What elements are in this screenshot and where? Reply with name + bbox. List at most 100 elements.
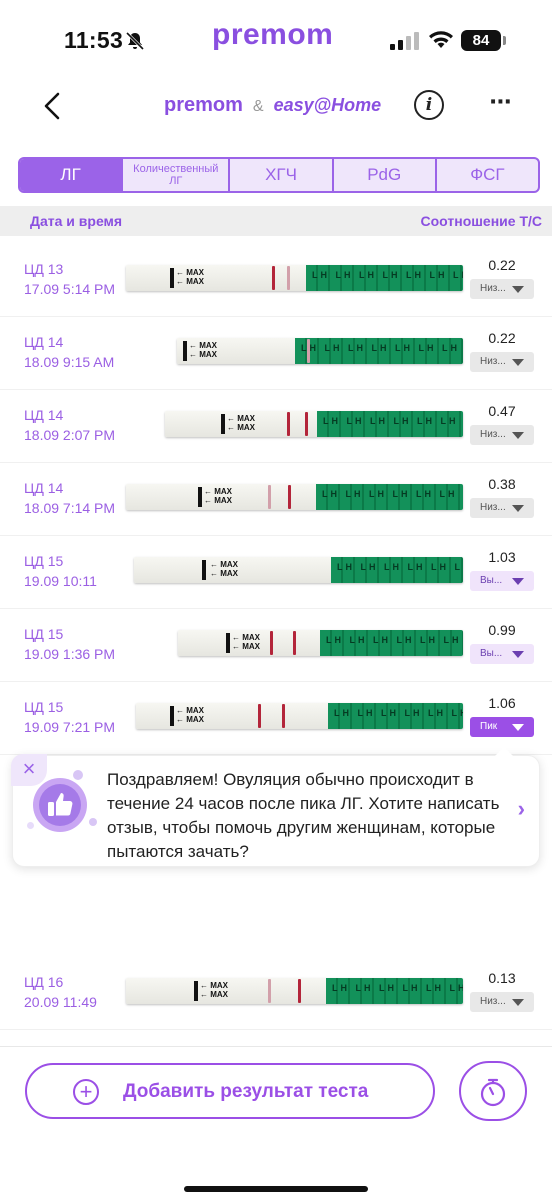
more-options-icon[interactable]: ⋯ <box>486 90 516 120</box>
strip-paper <box>136 703 328 729</box>
caret-down-icon <box>512 724 524 731</box>
test-strip-image[interactable]: LH LH LH LH LH LH LH LH LH LH LH LH LH ←… <box>177 338 463 364</box>
row-date-label: ЦД 14 18.09 9:15 AM <box>24 332 114 372</box>
strip-max-bar <box>194 981 198 1001</box>
test-strip-image[interactable]: LH LH LH LH LH LH LH LH LH LH LH LH LH ←… <box>126 978 463 1004</box>
strip-lh-text: LH LH LH LH LH LH LH LH LH LH LH LH LH <box>337 562 463 572</box>
level-dropdown[interactable]: Низ... <box>470 992 534 1012</box>
level-dropdown[interactable]: Вы... <box>470 571 534 591</box>
caret-down-icon <box>512 505 524 512</box>
ovulation-review-popup[interactable]: × Поздравляем! Овуляция обычно происходи… <box>11 747 540 867</box>
cycle-day: ЦД 14 <box>24 334 64 350</box>
test-line <box>282 704 285 728</box>
tc-ratio: 1.06 <box>488 695 516 711</box>
table-header: Дата и время Соотношение Т/С <box>0 206 552 236</box>
test-line <box>307 339 310 363</box>
strip-lh-text: LH LH LH LH LH LH LH LH LH LH LH LH LH <box>312 270 463 280</box>
strip-max-bar <box>170 706 174 726</box>
test-strip-image[interactable]: LH LH LH LH LH LH LH LH LH LH LH LH LH ←… <box>136 703 463 729</box>
back-arrow-icon[interactable] <box>36 88 72 124</box>
thumbs-up-icon <box>33 778 87 832</box>
table-row[interactable]: ЦД 15 19.09 7:21 PM LH LH LH LH LH LH LH… <box>0 683 552 755</box>
test-strip-image[interactable]: LH LH LH LH LH LH LH LH LH LH LH LH LH ←… <box>178 630 463 656</box>
table-row[interactable]: ЦД 15 19.09 1:36 PM LH LH LH LH LH LH LH… <box>0 610 552 682</box>
test-line <box>288 485 291 509</box>
strip-max-bar <box>221 414 225 434</box>
tab-hcg[interactable]: ХГЧ <box>230 159 334 191</box>
test-datetime: 18.09 9:15 AM <box>24 354 115 370</box>
strip-max-label: ← MAX ← MAX <box>176 706 205 724</box>
test-line <box>258 704 261 728</box>
tab-lh[interactable]: ЛГ <box>20 159 124 191</box>
level-label: Низ... <box>480 429 506 440</box>
table-row[interactable]: ЦД 14 18.09 9:15 AM LH LH LH LH LH LH LH… <box>0 318 552 390</box>
strip-handle: LH LH LH LH LH LH LH LH LH LH LH LH LH <box>326 978 463 1004</box>
row-date-label: ЦД 14 18.09 2:07 PM <box>24 405 115 445</box>
level-label: Вы... <box>480 648 503 659</box>
close-icon[interactable]: × <box>11 754 47 786</box>
timer-button[interactable] <box>459 1061 527 1121</box>
tc-ratio: 0.99 <box>488 622 516 638</box>
table-row[interactable]: ЦД 16 20.09 11:49 LH LH LH LH LH LH LH L… <box>0 958 552 1030</box>
cellular-signal-icon <box>390 32 419 50</box>
strip-handle: LH LH LH LH LH LH LH LH LH LH LH LH LH <box>306 265 463 291</box>
strip-lh-text: LH LH LH LH LH LH LH LH LH LH LH LH LH <box>334 708 463 718</box>
tc-ratio: 0.13 <box>488 970 516 986</box>
test-datetime: 18.09 7:14 PM <box>24 500 116 516</box>
tab-pdg[interactable]: PdG <box>334 159 437 191</box>
level-dropdown[interactable]: Низ... <box>470 498 534 518</box>
table-row[interactable]: ЦД 14 18.09 2:07 PM LH LH LH LH LH LH LH… <box>0 391 552 463</box>
add-test-result-label: Добавить результат теста <box>123 1081 369 1102</box>
level-label: Низ... <box>480 356 506 367</box>
strip-max-label: ← MAX ← MAX <box>176 268 205 286</box>
test-line <box>293 631 296 655</box>
level-label: Пик <box>480 721 498 732</box>
tab-quantitative-lh[interactable]: Количественный ЛГ <box>123 159 231 191</box>
test-line <box>268 979 271 1003</box>
test-strip-image[interactable]: LH LH LH LH LH LH LH LH LH LH LH LH LH ←… <box>165 411 463 437</box>
row-date-label: ЦД 14 18.09 7:14 PM <box>24 478 115 518</box>
brand-row: premom & easy@Home <box>164 94 381 124</box>
test-strip-image[interactable]: LH LH LH LH LH LH LH LH LH LH LH LH LH ←… <box>126 265 463 291</box>
test-datetime: 19.09 7:21 PM <box>24 719 116 735</box>
strip-max-bar <box>226 633 230 653</box>
decor-dot <box>89 818 97 826</box>
level-dropdown[interactable]: Пик <box>470 717 534 737</box>
strip-handle: LH LH LH LH LH LH LH LH LH LH LH LH LH <box>316 484 463 510</box>
chevron-right-icon[interactable]: › <box>518 796 525 822</box>
row-date-label: ЦД 16 20.09 11:49 <box>24 972 97 1012</box>
stopwatch-icon <box>480 1078 506 1107</box>
plus-icon: + <box>73 1079 99 1105</box>
strip-lh-text: LH LH LH LH LH LH LH LH LH LH LH LH LH <box>332 983 463 993</box>
test-strip-image[interactable]: LH LH LH LH LH LH LH LH LH LH LH LH LH ←… <box>126 484 463 510</box>
row-date-label: ЦД 15 19.09 10:11 <box>24 551 97 591</box>
add-test-result-button[interactable]: + Добавить результат теста <box>25 1063 435 1119</box>
level-dropdown[interactable]: Низ... <box>470 352 534 372</box>
level-dropdown[interactable]: Вы... <box>470 644 534 664</box>
caret-down-icon <box>512 432 524 439</box>
info-icon[interactable]: i <box>414 90 444 120</box>
cycle-day: ЦД 15 <box>24 553 64 569</box>
level-dropdown[interactable]: Низ... <box>470 279 534 299</box>
test-strip-image[interactable]: LH LH LH LH LH LH LH LH LH LH LH LH LH ←… <box>134 557 463 583</box>
home-indicator <box>184 1186 368 1192</box>
test-datetime: 17.09 5:14 PM <box>24 281 116 297</box>
test-line <box>305 412 308 436</box>
caret-down-icon <box>512 286 524 293</box>
column-ratio: Соотношение Т/С <box>420 213 542 229</box>
cycle-day: ЦД 15 <box>24 626 64 642</box>
popup-message: Поздравляем! Овуляция обычно происходит … <box>107 770 500 861</box>
test-datetime: 19.09 10:11 <box>24 573 97 589</box>
level-label: Низ... <box>480 502 506 513</box>
decor-dot <box>73 770 83 780</box>
level-dropdown[interactable]: Низ... <box>470 425 534 445</box>
table-row[interactable]: ЦД 15 19.09 10:11 LH LH LH LH LH LH LH L… <box>0 537 552 609</box>
test-datetime: 19.09 1:36 PM <box>24 646 116 662</box>
tab-fsh[interactable]: ФСГ <box>437 159 538 191</box>
table-row[interactable]: ЦД 13 17.09 5:14 PM LH LH LH LH LH LH LH… <box>0 245 552 317</box>
cycle-day: ЦД 14 <box>24 480 64 496</box>
table-row[interactable]: ЦД 14 18.09 7:14 PM LH LH LH LH LH LH LH… <box>0 464 552 536</box>
tc-ratio: 0.38 <box>488 476 516 492</box>
test-type-tabs: ЛГ Количественный ЛГ ХГЧ PdG ФСГ <box>18 157 540 193</box>
test-line <box>298 979 301 1003</box>
